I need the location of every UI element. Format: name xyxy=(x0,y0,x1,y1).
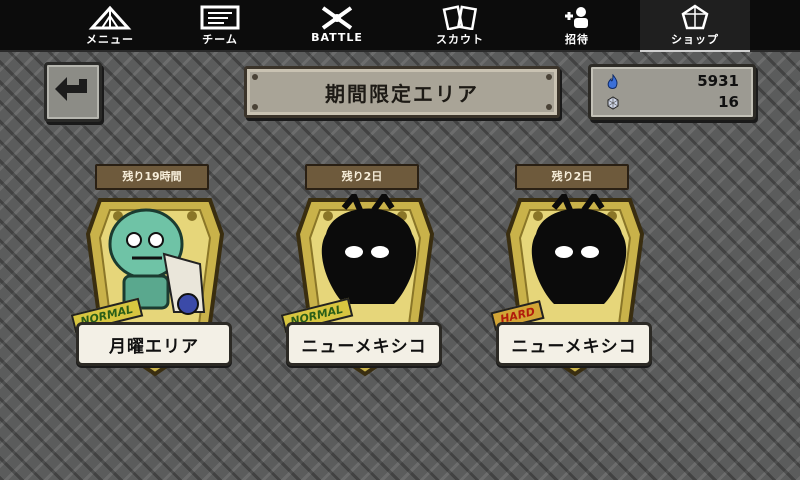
area-name: ニューメキシコ xyxy=(301,336,427,357)
nav-battle[interactable]: BATTLE xyxy=(282,0,392,50)
top-nav: メニュー チーム BATTLE スカウト 招待 ショップ xyxy=(0,0,800,52)
back-button[interactable] xyxy=(44,62,102,122)
nav-shop[interactable]: ショップ xyxy=(640,0,750,52)
area-name: ニューメキシコ xyxy=(511,336,637,357)
title-plate: 期間限定エリア xyxy=(244,66,560,118)
secondary-value: 16 xyxy=(718,93,739,111)
area-name-plate: ニューメキシコ xyxy=(496,322,652,366)
nav-label: メニュー xyxy=(86,33,134,46)
area-card-new-mexico-normal[interactable]: 残り2日 NORMAL ニューメキシコ xyxy=(280,160,450,380)
area-name-plate: ニューメキシコ xyxy=(286,322,442,366)
currency-primary: 5931 xyxy=(603,72,739,92)
crossed-guns-icon xyxy=(321,6,353,30)
nav-scout[interactable]: スカウト xyxy=(405,0,515,50)
area-name-plate: 月曜エリア xyxy=(76,322,232,366)
area-name: 月曜エリア xyxy=(109,336,199,357)
gem-icon xyxy=(681,4,709,30)
nav-team[interactable]: チーム xyxy=(165,0,275,50)
time-remaining-badge: 残り19時間 xyxy=(95,164,209,190)
area-card-new-mexico-hard[interactable]: 残り2日 HARD ニューメキシコ xyxy=(490,160,660,380)
nav-label: ショップ xyxy=(671,33,719,46)
rivet xyxy=(546,104,552,110)
page-title: 期間限定エリア xyxy=(325,81,479,106)
nav-label: 招待 xyxy=(565,33,589,46)
add-friend-icon xyxy=(565,7,588,28)
rivet xyxy=(252,104,258,110)
cards-icon xyxy=(442,5,478,30)
time-remaining-badge: 残り2日 xyxy=(515,164,629,190)
nav-label: チーム xyxy=(202,33,238,46)
currency-secondary: 16 xyxy=(603,93,739,113)
rivet xyxy=(252,74,258,80)
area-card-monday[interactable]: 残り19時間 NORMAL 月曜エリア xyxy=(70,160,240,380)
nav-label: スカウト xyxy=(436,33,484,46)
crystal-icon xyxy=(607,96,619,110)
rivet xyxy=(546,74,552,80)
back-arrow-icon xyxy=(55,77,87,101)
blue-flame-icon xyxy=(607,74,618,89)
map-icon xyxy=(200,5,240,30)
primary-value: 5931 xyxy=(697,72,739,90)
nav-invite[interactable]: 招待 xyxy=(522,0,632,50)
tent-icon xyxy=(88,5,132,30)
currency-panel: 5931 16 xyxy=(588,64,756,120)
nav-label: BATTLE xyxy=(311,31,363,44)
time-remaining-badge: 残り2日 xyxy=(305,164,419,190)
nav-menu[interactable]: メニュー xyxy=(55,0,165,50)
